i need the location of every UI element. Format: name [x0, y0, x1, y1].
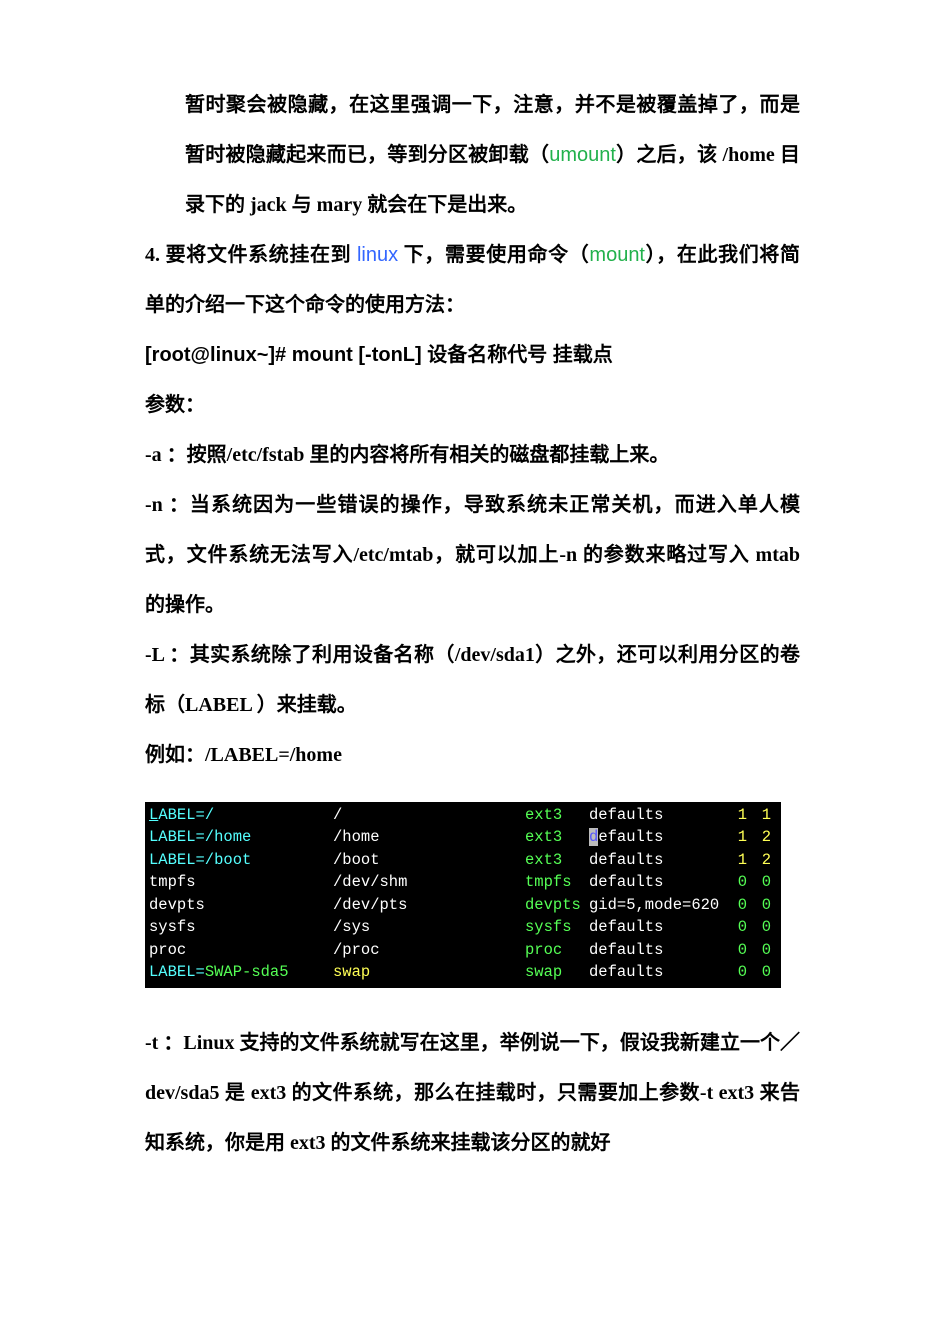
fstab-mount: /boot	[333, 849, 525, 871]
fstab-pass: 0	[751, 871, 771, 893]
linux-keyword: linux	[357, 244, 398, 266]
fstab-terminal: LABEL=//ext3defaults11LABEL=/home/homeex…	[145, 802, 781, 988]
list-number: 4.	[145, 244, 166, 266]
fstab-pass: 0	[751, 939, 771, 961]
text: -n ：当系统因为一些错误的操作，导致系统未正常关机，而进入单人模式，文件系统无…	[145, 494, 800, 616]
fstab-options: defaults	[589, 961, 717, 983]
fstab-pass: 2	[751, 849, 771, 871]
umount-keyword: umount	[549, 144, 616, 166]
text: -L ：其实系统除了利用设备名称（/dev/sda1）之外，还可以利用分区的卷标…	[145, 644, 800, 716]
fstab-type: sysfs	[525, 916, 589, 938]
fstab-dump: 0	[717, 939, 747, 961]
text: -a ：按照/etc/fstab 里的内容将所有相关的磁盘都挂载上来。	[145, 444, 669, 466]
fstab-row: tmpfs/dev/shmtmpfsdefaults00	[149, 871, 777, 893]
text: -t ：Linux 支持的文件系统就写在这里，举例说一下，假设我新建立一个／de…	[145, 1032, 800, 1154]
mount-command: [root@linux~]# mount [-tonL] 设备名称代号 挂载点	[145, 344, 613, 366]
fstab-type: ext3	[525, 826, 589, 848]
fstab-row: LABEL=SWAP-sda5swapswapdefaults00	[149, 961, 777, 983]
fstab-fs: LABEL=SWAP-sda5	[149, 961, 333, 983]
fstab-row: LABEL=/home/homeext3defaults12	[149, 826, 777, 848]
fstab-mount: /dev/pts	[333, 894, 525, 916]
fstab-type: devpts	[525, 894, 589, 916]
fstab-pass: 2	[751, 826, 771, 848]
fstab-options: defaults	[589, 916, 717, 938]
document-page: 暂时聚会被隐藏，在这里强调一下，注意，并不是被覆盖掉了，而是暂时被隐藏起来而已，…	[0, 0, 945, 1337]
option-t: -t ：Linux 支持的文件系统就写在这里，举例说一下，假设我新建立一个／de…	[145, 1018, 800, 1168]
fstab-options: defaults	[589, 849, 717, 871]
fstab-pass: 0	[751, 916, 771, 938]
fstab-dump: 1	[717, 826, 747, 848]
fstab-fs: proc	[149, 939, 333, 961]
fstab-mount: /proc	[333, 939, 525, 961]
fstab-mount: /sys	[333, 916, 525, 938]
item3-continuation: 暂时聚会被隐藏，在这里强调一下，注意，并不是被覆盖掉了，而是暂时被隐藏起来而已，…	[185, 80, 800, 230]
fstab-dump: 0	[717, 961, 747, 983]
fstab-mount: /	[333, 804, 525, 826]
text: 例如：/LABEL=/home	[145, 744, 342, 766]
text: 参数：	[145, 394, 205, 416]
fstab-pass: 0	[751, 894, 771, 916]
fstab-fs: LABEL=/home	[149, 826, 333, 848]
fstab-options: defaults	[589, 826, 717, 848]
option-n: -n ：当系统因为一些错误的操作，导致系统未正常关机，而进入单人模式，文件系统无…	[145, 480, 800, 630]
fstab-mount: /dev/shm	[333, 871, 525, 893]
fstab-row: LABEL=//ext3defaults11	[149, 804, 777, 826]
fstab-mount: /home	[333, 826, 525, 848]
fstab-options: defaults	[589, 871, 717, 893]
mount-keyword: mount	[589, 244, 645, 266]
fstab-pass: 0	[751, 961, 771, 983]
fstab-fs: LABEL=/boot	[149, 849, 333, 871]
fstab-pass: 1	[751, 804, 771, 826]
text: 要将文件系统挂在到	[166, 244, 357, 266]
fstab-fs: devpts	[149, 894, 333, 916]
fstab-row: proc/procprocdefaults00	[149, 939, 777, 961]
fstab-type: ext3	[525, 849, 589, 871]
fstab-dump: 0	[717, 871, 747, 893]
fstab-options: gid=5,mode=620	[589, 894, 717, 916]
fstab-dump: 0	[717, 916, 747, 938]
fstab-type: ext3	[525, 804, 589, 826]
label-example: 例如：/LABEL=/home	[145, 730, 800, 780]
fstab-options: defaults	[589, 804, 717, 826]
text: 下，需要使用命令（	[398, 244, 589, 266]
option-a: -a ：按照/etc/fstab 里的内容将所有相关的磁盘都挂载上来。	[145, 430, 800, 480]
option-l: -L ：其实系统除了利用设备名称（/dev/sda1）之外，还可以利用分区的卷标…	[145, 630, 800, 730]
fstab-type: proc	[525, 939, 589, 961]
command-line: [root@linux~]# mount [-tonL] 设备名称代号 挂载点	[145, 330, 800, 380]
fstab-fs: sysfs	[149, 916, 333, 938]
fstab-row: devpts/dev/ptsdevptsgid=5,mode=62000	[149, 894, 777, 916]
fstab-fs: LABEL=/	[149, 804, 333, 826]
item4: 4. 要将文件系统挂在到 linux 下，需要使用命令（mount），在此我们将…	[145, 230, 800, 330]
fstab-type: tmpfs	[525, 871, 589, 893]
fstab-dump: 0	[717, 894, 747, 916]
fstab-mount: swap	[333, 961, 525, 983]
fstab-options: defaults	[589, 939, 717, 961]
fstab-type: swap	[525, 961, 589, 983]
fstab-dump: 1	[717, 804, 747, 826]
fstab-dump: 1	[717, 849, 747, 871]
fstab-row: LABEL=/boot/bootext3defaults12	[149, 849, 777, 871]
fstab-fs: tmpfs	[149, 871, 333, 893]
fstab-row: sysfs/syssysfsdefaults00	[149, 916, 777, 938]
params-header: 参数：	[145, 380, 800, 430]
